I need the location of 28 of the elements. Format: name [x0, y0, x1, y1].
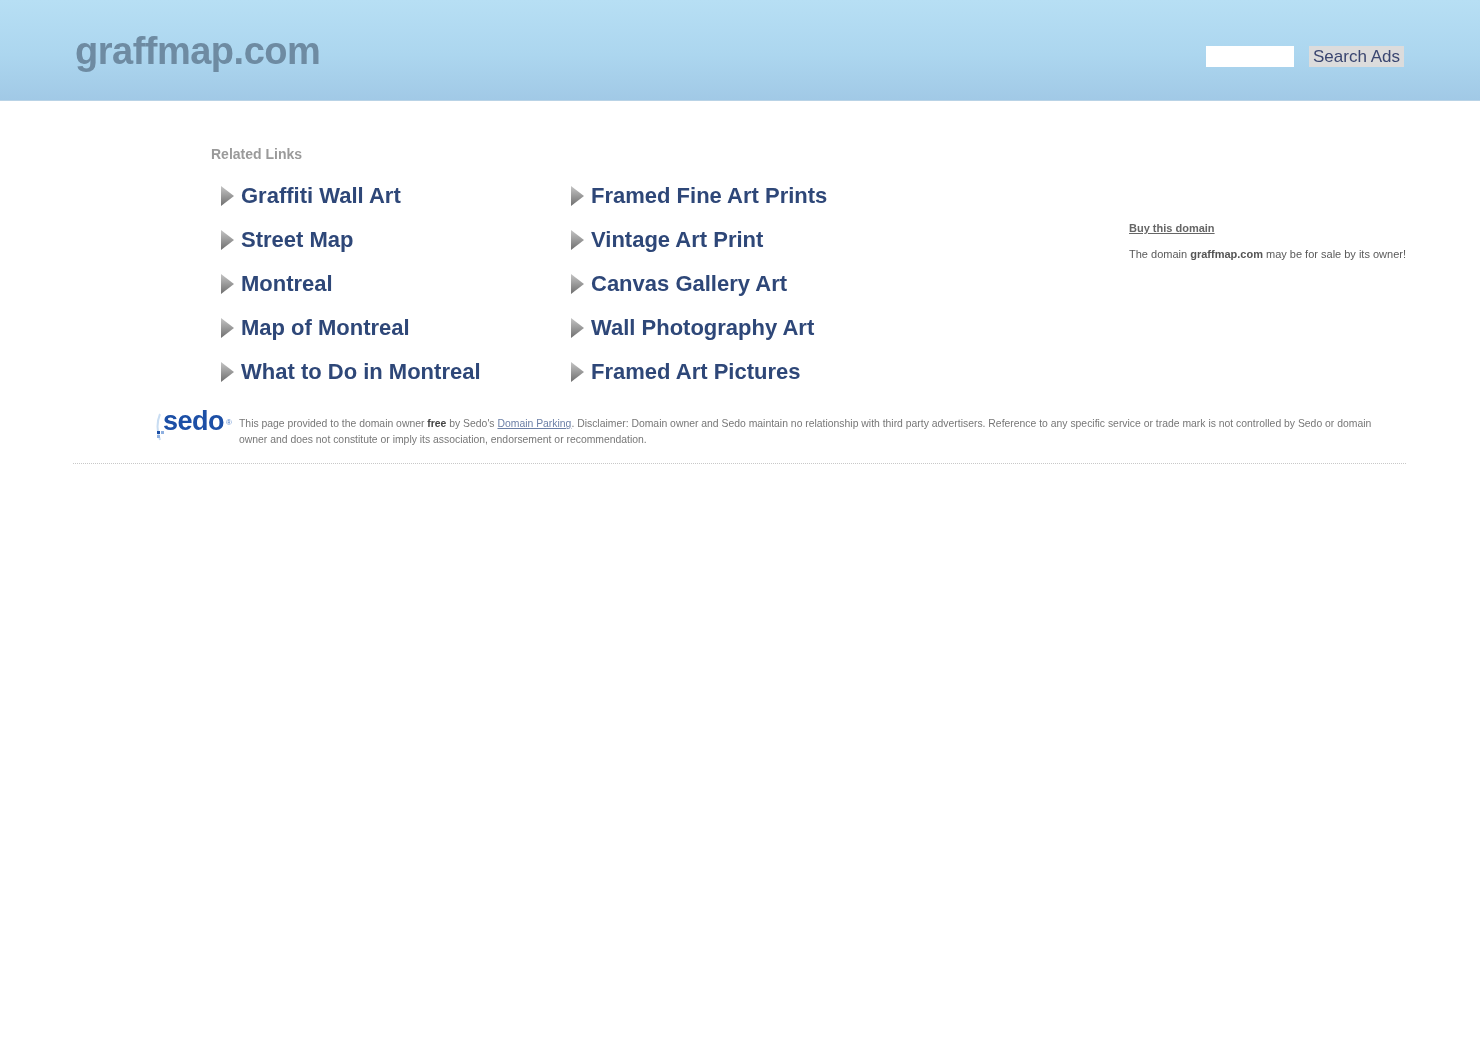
triangle-arrow-icon	[221, 186, 234, 206]
triangle-arrow-icon	[571, 186, 584, 206]
related-link[interactable]: Canvas Gallery Art	[591, 271, 788, 297]
sedo-logo: sedo$^{®}$	[163, 408, 232, 434]
triangle-arrow-icon	[221, 318, 234, 338]
related-link[interactable]: Graffiti Wall Art	[241, 183, 401, 209]
related-link[interactable]: Montreal	[241, 271, 333, 297]
related-link[interactable]: Vintage Art Print	[591, 227, 764, 253]
related-link[interactable]: Framed Art Pictures	[591, 359, 801, 385]
buy-domain-link[interactable]: Buy this domain	[1129, 221, 1215, 235]
related-link[interactable]: What to Do in Montreal	[241, 359, 481, 385]
related-link[interactable]: Wall Photography Art	[591, 315, 815, 341]
related-link[interactable]: Framed Fine Art Prints	[591, 183, 828, 209]
triangle-arrow-icon	[221, 274, 234, 294]
disclaimer-text: This page provided to the domain owner free by Sedo's Domain Parking. Disclaimer: Domain owner and Sedo maintain no relationship with third party advertisers. Reference to any specific service or trade mark is not controlled by Sedo or domain owner and does not constitute or imply its association, endorsement or recommendation.	[239, 417, 1373, 447]
related-link[interactable]: Street Map	[241, 227, 354, 253]
related-link[interactable]: Map of Montreal	[241, 315, 410, 341]
triangle-arrow-icon	[571, 318, 584, 338]
triangle-arrow-icon	[571, 230, 584, 250]
triangle-arrow-icon	[221, 362, 234, 382]
triangle-arrow-icon	[571, 362, 584, 382]
site-logo: graffmap.com	[75, 29, 321, 74]
section-title: Related Links	[211, 145, 303, 163]
search-button[interactable]: Search Ads	[1309, 46, 1404, 67]
triangle-arrow-icon	[571, 274, 584, 294]
sale-notice-text: The domain graffmap.com may be for sale by its owner!	[1129, 247, 1406, 261]
search-field[interactable]	[1206, 46, 1294, 67]
triangle-arrow-icon	[221, 230, 234, 250]
